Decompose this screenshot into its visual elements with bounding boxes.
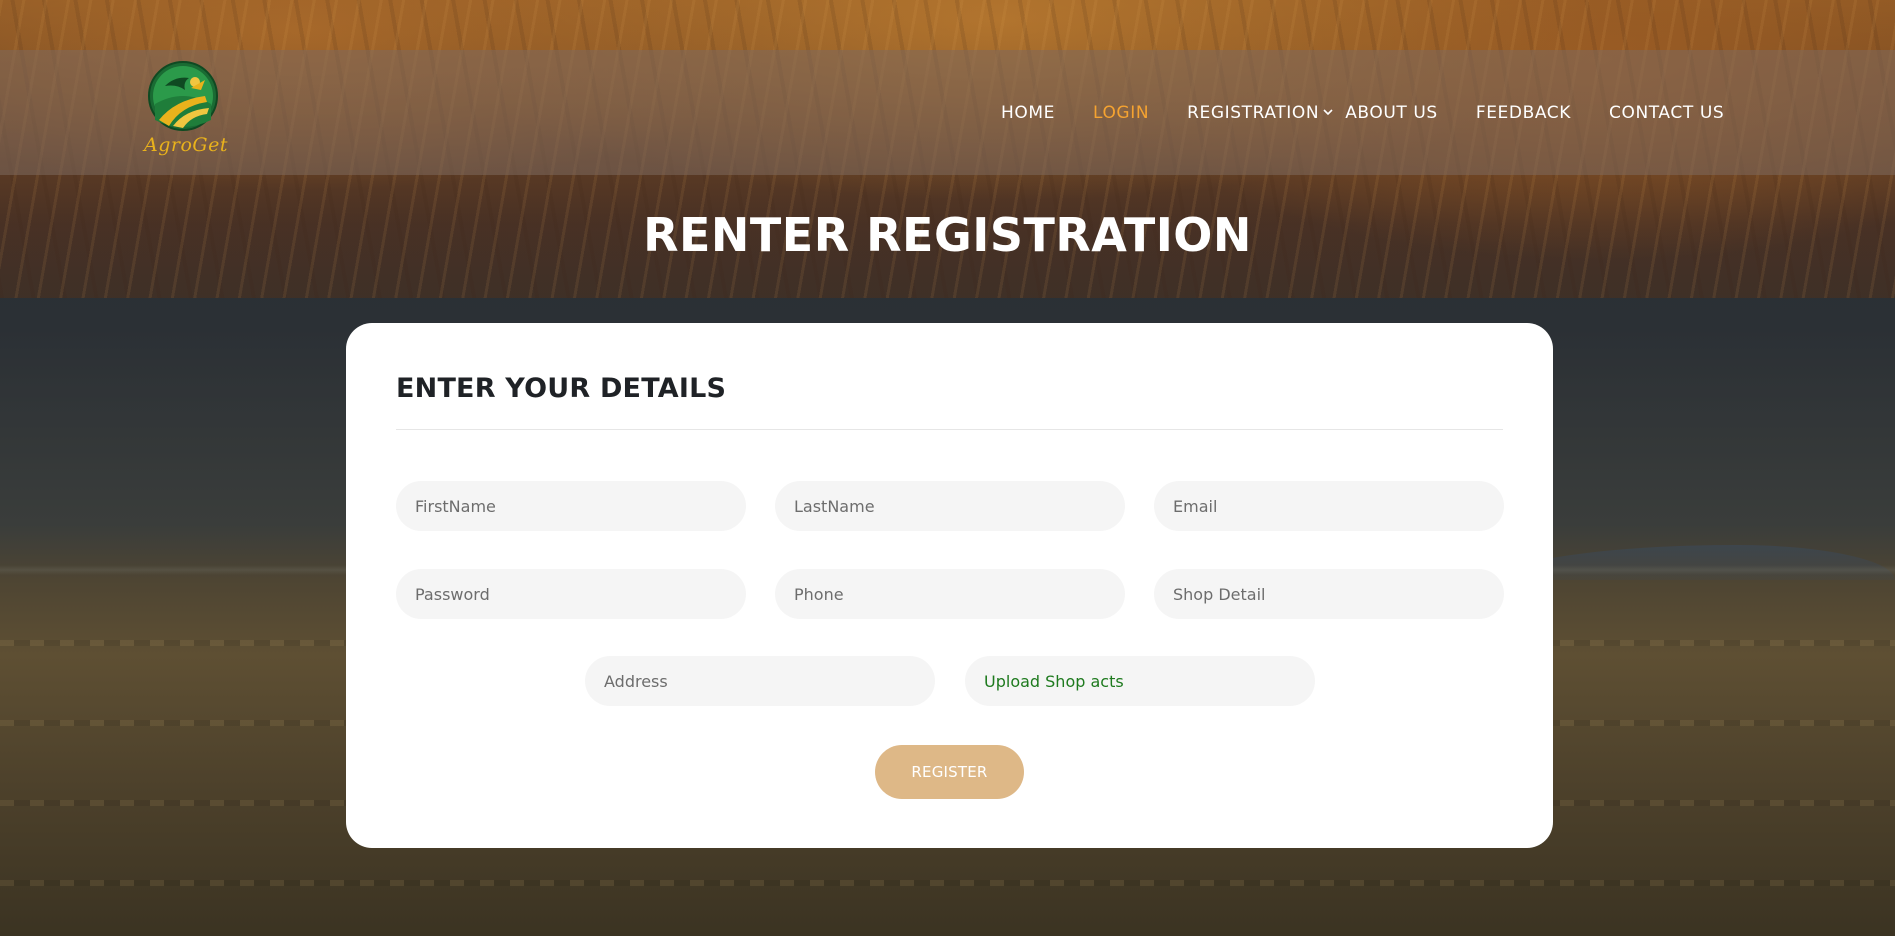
brand-name: AgroGet bbox=[144, 134, 228, 156]
nav-registration-label: REGISTRATION bbox=[1187, 103, 1320, 123]
shop-detail-input[interactable] bbox=[1154, 569, 1504, 619]
page-title: RENTER REGISTRATION bbox=[643, 208, 1252, 262]
chevron-down-icon bbox=[1323, 108, 1333, 119]
nav-login[interactable]: LOGIN bbox=[1093, 103, 1149, 123]
password-input[interactable] bbox=[396, 569, 746, 619]
phone-input[interactable] bbox=[775, 569, 1125, 619]
registration-card: ENTER YOUR DETAILS Upload Shop acts REGI… bbox=[346, 323, 1553, 848]
nav-about-us[interactable]: ABOUT US bbox=[1345, 103, 1438, 123]
upload-shop-acts-button[interactable]: Upload Shop acts bbox=[965, 656, 1315, 706]
farm-emblem-icon bbox=[148, 61, 218, 131]
nav-home[interactable]: HOME bbox=[1001, 103, 1055, 123]
distant-hills bbox=[1500, 545, 1895, 580]
last-name-input[interactable] bbox=[775, 481, 1125, 531]
nav-feedback[interactable]: FEEDBACK bbox=[1476, 103, 1571, 123]
main-nav: HOME LOGIN REGISTRATION ABOUT US FEEDBAC… bbox=[1001, 100, 1724, 126]
nav-contact-us[interactable]: CONTACT US bbox=[1609, 103, 1724, 123]
form-heading: ENTER YOUR DETAILS bbox=[396, 373, 727, 404]
divider bbox=[396, 429, 1503, 430]
first-name-input[interactable] bbox=[396, 481, 746, 531]
nav-registration[interactable]: REGISTRATION bbox=[1187, 103, 1333, 123]
straw-row bbox=[0, 880, 1895, 886]
address-input[interactable] bbox=[585, 656, 935, 706]
email-input[interactable] bbox=[1154, 481, 1504, 531]
upload-label: Upload Shop acts bbox=[984, 671, 1124, 691]
register-button[interactable]: REGISTER bbox=[875, 745, 1024, 799]
